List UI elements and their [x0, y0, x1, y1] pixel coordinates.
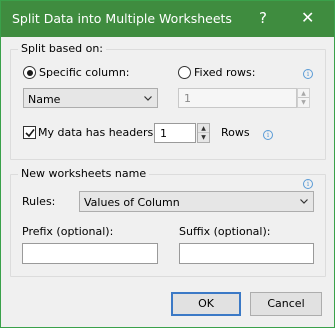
- spin-down-icon[interactable]: ▼: [198, 133, 209, 142]
- info-icon[interactable]: i: [263, 130, 273, 140]
- column-select-value: Name: [28, 93, 61, 106]
- spin-up-icon[interactable]: ▲: [198, 124, 209, 133]
- headers-label[interactable]: My data has headers: [38, 126, 153, 139]
- specific-column-label[interactable]: Specific column:: [39, 66, 130, 79]
- split-based-on-title: Split based on:: [18, 42, 106, 55]
- column-select[interactable]: Name: [23, 88, 158, 108]
- new-worksheets-title: New worksheets name: [18, 167, 150, 180]
- specific-column-radio[interactable]: [23, 66, 36, 79]
- prefix-input[interactable]: [22, 243, 158, 264]
- fixed-rows-value: 1: [184, 92, 191, 105]
- checkmark-icon: [25, 129, 35, 138]
- close-button[interactable]: ✕: [301, 10, 314, 26]
- info-icon[interactable]: i: [303, 69, 313, 79]
- headers-checkbox[interactable]: [23, 126, 36, 139]
- prefix-label: Prefix (optional):: [22, 225, 114, 238]
- fixed-rows-input[interactable]: 1: [178, 88, 297, 108]
- cancel-button[interactable]: Cancel: [250, 292, 322, 316]
- chevron-down-icon: [144, 96, 152, 101]
- suffix-label: Suffix (optional):: [179, 225, 271, 238]
- fixed-rows-spinner[interactable]: ▲ ▼: [297, 88, 310, 108]
- spin-down-icon[interactable]: ▼: [298, 98, 309, 107]
- rules-select-value: Values of Column: [84, 196, 180, 209]
- header-rows-value: 1: [160, 127, 167, 140]
- suffix-input[interactable]: [179, 243, 314, 264]
- rows-label: Rows: [221, 126, 250, 139]
- help-button[interactable]: ?: [259, 10, 267, 26]
- info-icon[interactable]: i: [303, 179, 313, 189]
- dialog-title: Split Data into Multiple Worksheets: [12, 11, 232, 26]
- split-data-dialog: Split Data into Multiple Worksheets ? ✕ …: [0, 0, 335, 328]
- fixed-rows-label[interactable]: Fixed rows:: [194, 66, 255, 79]
- ok-button[interactable]: OK: [171, 292, 241, 316]
- header-rows-spinner[interactable]: ▲ ▼: [197, 123, 210, 143]
- rules-select[interactable]: Values of Column: [79, 191, 314, 212]
- title-bar: Split Data into Multiple Worksheets ? ✕: [1, 1, 334, 37]
- fixed-rows-radio[interactable]: [178, 66, 191, 79]
- chevron-down-icon: [300, 199, 308, 204]
- header-rows-input[interactable]: 1: [154, 123, 196, 143]
- rules-label: Rules:: [22, 195, 56, 208]
- spin-up-icon[interactable]: ▲: [298, 89, 309, 98]
